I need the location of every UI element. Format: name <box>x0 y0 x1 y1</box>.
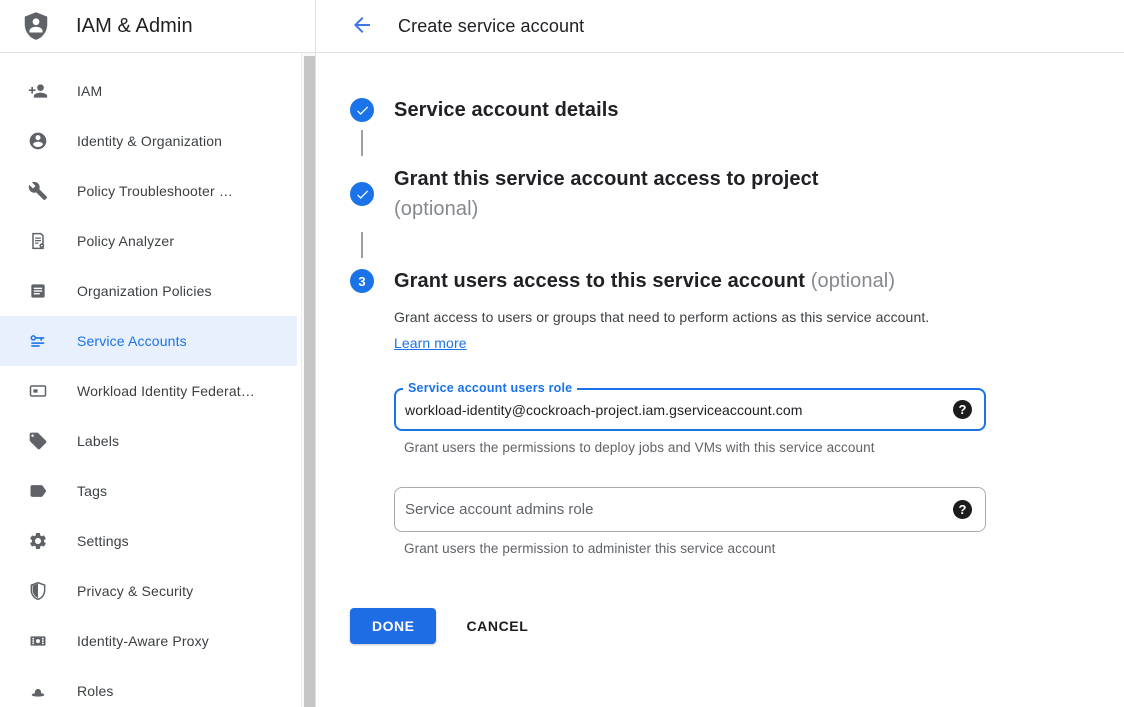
shield-half-icon <box>28 581 48 601</box>
sidebar-item-roles[interactable]: Roles <box>0 666 301 707</box>
service-account-users-role-field: Service account users role ? <box>394 388 986 431</box>
top-bar: IAM & Admin Create service account <box>0 0 1124 53</box>
page-header: Create service account <box>316 0 1124 52</box>
admins-role-help-icon[interactable]: ? <box>953 500 972 519</box>
users-role-help-icon[interactable]: ? <box>953 400 972 419</box>
sidebar-scrollbar <box>301 53 316 707</box>
sidebar-item-labels[interactable]: Labels <box>0 416 301 466</box>
admins-role-input[interactable] <box>405 501 953 518</box>
sidebar: IAM Identity & Organization Policy Troub… <box>0 53 316 707</box>
proxy-icon <box>28 631 48 651</box>
step-connector <box>361 232 363 258</box>
sidebar-item-label: Policy Analyzer <box>77 233 174 249</box>
step-2-completed-check-icon <box>350 182 374 206</box>
sidebar-item-tags[interactable]: Tags <box>0 466 301 516</box>
service-account-icon <box>28 331 48 351</box>
sidebar-item-settings[interactable]: Settings <box>0 516 301 566</box>
article-icon <box>28 281 48 301</box>
sidebar-item-policy-analyzer[interactable]: Policy Analyzer <box>0 216 301 266</box>
admins-role-helper-text: Grant users the permission to administer… <box>404 541 986 556</box>
step-3-grant-users-access: 3 Grant users access to this service acc… <box>350 266 1084 644</box>
sidebar-item-label: Roles <box>77 683 114 699</box>
sidebar-item-label: Identity-Aware Proxy <box>77 633 209 649</box>
sidebar-item-organization-policies[interactable]: Organization Policies <box>0 266 301 316</box>
step-1-completed-check-icon <box>350 98 374 122</box>
tag-arrow-icon <box>28 481 48 501</box>
sidebar-item-label: Workload Identity Federat… <box>77 383 255 399</box>
arrow-back-icon <box>350 13 374 40</box>
cancel-button[interactable]: CANCEL <box>466 608 528 644</box>
sidebar-item-identity-organization[interactable]: Identity & Organization <box>0 116 301 166</box>
sidebar-item-label: Labels <box>77 433 119 449</box>
sidebar-item-label: Identity & Organization <box>77 133 222 149</box>
step-2-optional-label: (optional) <box>394 194 819 224</box>
sidebar-item-label: Service Accounts <box>77 333 187 349</box>
sidebar-item-policy-troubleshooter[interactable]: Policy Troubleshooter … <box>0 166 301 216</box>
id-card-icon <box>28 381 48 401</box>
step-3-description: Grant access to users or groups that nee… <box>394 304 950 356</box>
sidebar-nav: IAM Identity & Organization Policy Troub… <box>0 53 301 707</box>
sidebar-scrollbar-thumb[interactable] <box>304 56 315 707</box>
users-role-helper-text: Grant users the permissions to deploy jo… <box>404 440 986 455</box>
sidebar-item-label: Privacy & Security <box>77 583 193 599</box>
wrench-icon <box>28 181 48 201</box>
sidebar-item-privacy-security[interactable]: Privacy & Security <box>0 566 301 616</box>
person-add-icon <box>28 81 48 101</box>
sidebar-item-workload-identity-federation[interactable]: Workload Identity Federat… <box>0 366 301 416</box>
sidebar-item-label: IAM <box>77 83 102 99</box>
sidebar-item-label: Policy Troubleshooter … <box>77 183 233 199</box>
sidebar-item-label: Settings <box>77 533 129 549</box>
account-circle-icon <box>28 131 48 151</box>
iam-shield-logo-icon <box>20 10 52 42</box>
product-header: IAM & Admin <box>0 0 316 52</box>
sidebar-item-label: Organization Policies <box>77 283 212 299</box>
create-service-account-form: Service account details Grant this servi… <box>316 53 1124 707</box>
price-tag-icon <box>28 431 48 451</box>
gear-icon <box>28 531 48 551</box>
sidebar-item-iam[interactable]: IAM <box>0 66 301 116</box>
sidebar-item-service-accounts[interactable]: Service Accounts <box>0 316 297 366</box>
step-2-grant-access-to-project: Grant this service account access to pro… <box>350 164 1084 224</box>
sidebar-item-label: Tags <box>77 483 107 499</box>
step-2-title: Grant this service account access to pro… <box>394 164 819 224</box>
step-1-service-account-details: Service account details <box>350 98 1084 122</box>
step-3-optional-label: (optional) <box>811 270 895 292</box>
hat-icon <box>28 681 48 701</box>
app-title: IAM & Admin <box>76 15 193 38</box>
step-3-number-badge: 3 <box>350 269 374 293</box>
step-connector <box>361 130 363 156</box>
service-account-admins-role-field: ? <box>394 487 986 532</box>
form-actions: DONE CANCEL <box>350 608 986 644</box>
iam-admin-console: IAM & Admin Create service account IAM <box>0 0 1124 707</box>
learn-more-link[interactable]: Learn more <box>394 335 467 351</box>
users-role-floating-label: Service account users role <box>403 381 577 395</box>
page-title: Create service account <box>398 16 584 37</box>
document-gear-icon <box>28 231 48 251</box>
step-3-title: Grant users access to this service accou… <box>394 266 986 296</box>
back-button[interactable] <box>342 6 382 46</box>
sidebar-item-identity-aware-proxy[interactable]: Identity-Aware Proxy <box>0 616 301 666</box>
done-button[interactable]: DONE <box>350 608 436 644</box>
step-1-title: Service account details <box>394 98 619 122</box>
users-role-input[interactable] <box>405 402 953 418</box>
